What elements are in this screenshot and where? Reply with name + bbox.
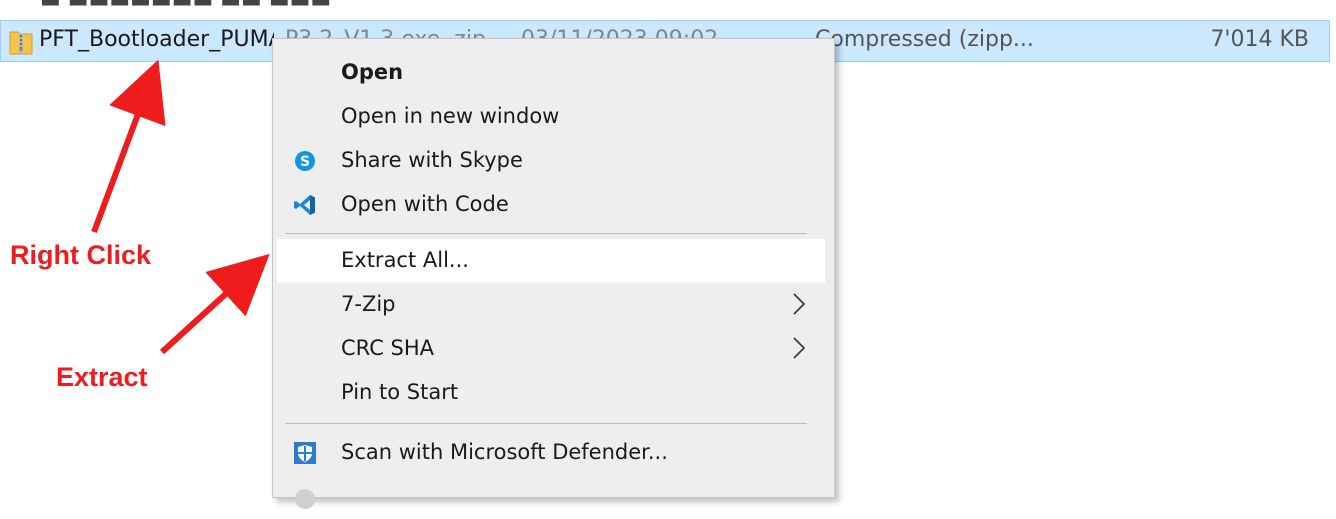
- arrow-to-file: [91, 59, 166, 234]
- extract-annotation: Extract: [56, 362, 148, 392]
- arrow-to-extract-all: [159, 253, 270, 355]
- right-click-annotation: Right Click: [10, 240, 152, 270]
- menu-item-partial-icon: [295, 489, 315, 509]
- annotation-arrows: [91, 59, 270, 355]
